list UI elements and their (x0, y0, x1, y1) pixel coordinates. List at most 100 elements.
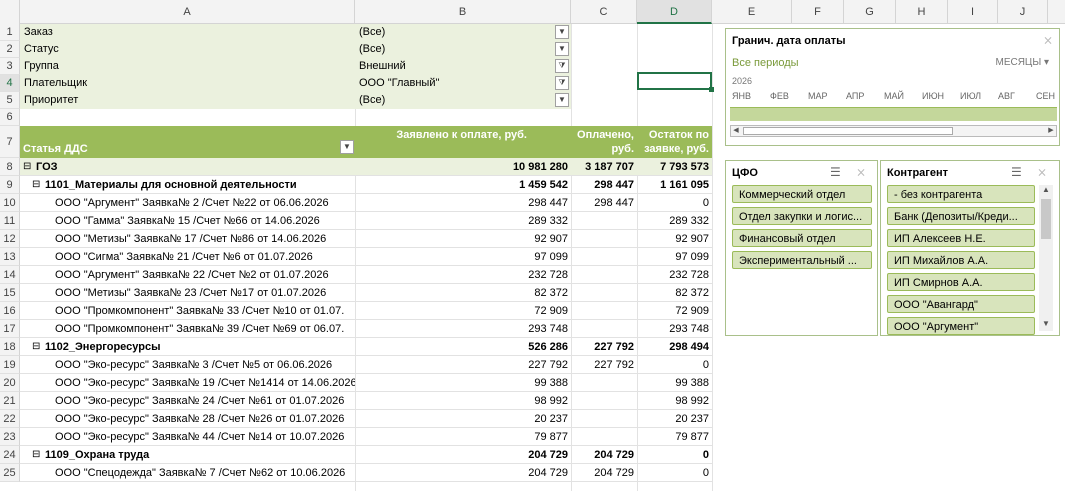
timeline-month[interactable]: АВГ (998, 91, 1015, 101)
row-header[interactable]: 4 (0, 75, 20, 92)
column-header-j[interactable]: J (998, 0, 1048, 24)
clear-filter-icon[interactable]: ⨯ (1043, 33, 1053, 47)
slicer-scrollbar[interactable]: ▲ ▼ (1039, 185, 1053, 331)
row-header[interactable]: 10 (0, 194, 20, 212)
row-header[interactable]: 12 (0, 230, 20, 248)
timeline-slicer[interactable]: Гранич. дата оплаты ⨯ Все периоды МЕСЯЦЫ… (725, 28, 1060, 146)
row-header[interactable]: 24 (0, 446, 20, 464)
timeline-month[interactable]: СЕН (1036, 91, 1055, 101)
multiselect-icon[interactable]: ☰ (830, 165, 841, 179)
value-claimed: 98 992 (534, 395, 568, 407)
filter-applied-icon[interactable]: ⧩ (555, 76, 569, 90)
table-row: ООО "Эко-ресурс" Заявка№ 28 /Счет №26 от… (20, 410, 712, 428)
fill-handle[interactable] (709, 87, 714, 92)
clear-filter-icon[interactable]: ⨯ (856, 165, 866, 179)
filter-dropdown-icon[interactable]: ▼ (555, 93, 569, 107)
row-header[interactable]: 22 (0, 410, 20, 428)
row-header[interactable]: 2 (0, 41, 20, 58)
column-header-e[interactable]: E (712, 0, 792, 24)
row-header[interactable]: 8 (0, 158, 20, 176)
row-label: 1101_Материалы для основной деятельности (45, 179, 297, 191)
row-header[interactable]: 19 (0, 356, 20, 374)
row-header[interactable]: 9 (0, 176, 20, 194)
timeline-month[interactable]: ИЮН (922, 91, 944, 101)
row-header[interactable]: 11 (0, 212, 20, 230)
select-all-corner[interactable] (0, 0, 20, 24)
row-header[interactable]: 20 (0, 374, 20, 392)
active-cell-d4[interactable] (637, 72, 712, 90)
column-header-b[interactable]: B (355, 0, 571, 24)
slicer-counterparty-item[interactable]: ООО "Аргумент" (887, 317, 1035, 335)
slicer-counterparty-title: Контрагент (887, 167, 949, 179)
value-remaining: 0 (702, 197, 709, 209)
row-header[interactable]: 1 (0, 24, 20, 41)
filter-dropdown-icon[interactable]: ▼ (555, 25, 569, 39)
slicer-cfo-item[interactable]: Финансовый отдел (732, 229, 872, 247)
filter-label: Заказ (24, 26, 53, 38)
row-header[interactable]: 5 (0, 92, 20, 109)
clear-filter-icon[interactable]: ⨯ (1037, 165, 1047, 179)
timeline-month[interactable]: АПР (846, 91, 864, 101)
timeline-bar[interactable] (730, 107, 1057, 121)
column-header-f[interactable]: F (792, 0, 844, 24)
scroll-left-icon[interactable]: ◀ (731, 126, 741, 136)
slicer-counterparty[interactable]: Контрагент ☰ ⨯ - без контрагента Банк (Де… (880, 160, 1060, 336)
collapse-toggle-icon[interactable]: ⊟ (32, 446, 40, 464)
value-claimed: 72 909 (534, 305, 568, 317)
row-header[interactable]: 23 (0, 428, 20, 446)
filter-label: Статус (24, 43, 59, 55)
timeline-scrollbar[interactable]: ◀ ▶ (730, 125, 1057, 137)
timeline-unit-select[interactable]: МЕСЯЦЫ ▾ (995, 57, 1049, 68)
column-header-d[interactable]: D (637, 0, 712, 24)
timeline-month[interactable]: ЯНВ (732, 91, 751, 101)
row-header[interactable]: 25 (0, 464, 20, 482)
slicer-counterparty-item[interactable]: ИП Алексеев Н.Е. (887, 229, 1035, 247)
column-header-g[interactable]: G (844, 0, 896, 24)
slicer-cfo-item[interactable]: Отдел закупки и логис... (732, 207, 872, 225)
row-label: ООО "Эко-ресурс" Заявка№ 28 /Счет №26 от… (55, 413, 345, 425)
row-header[interactable]: 21 (0, 392, 20, 410)
slicer-cfo-item[interactable]: Коммерческий отдел (732, 185, 872, 203)
value-claimed: 10 981 280 (512, 161, 568, 173)
table-row: ⊟ 1102_Энергоресурсы 526 286 227 792 298 494 (20, 338, 712, 356)
slicer-cfo[interactable]: ЦФО ☰ ⨯ Коммерческий отдел Отдел закупки … (725, 160, 878, 336)
collapse-toggle-icon[interactable]: ⊟ (32, 338, 40, 356)
slicer-counterparty-item[interactable]: ИП Михайлов А.А. (887, 251, 1035, 269)
column-header-h[interactable]: H (896, 0, 948, 24)
scroll-thumb[interactable] (743, 127, 953, 135)
scroll-thumb[interactable] (1041, 199, 1051, 239)
value-claimed: 99 388 (534, 377, 568, 389)
slicer-counterparty-item[interactable]: Банк (Депозиты/Креди... (887, 207, 1035, 225)
row-filter-dropdown[interactable]: ▼ (340, 140, 354, 154)
scroll-right-icon[interactable]: ▶ (1046, 126, 1056, 136)
timeline-month[interactable]: ИЮЛ (960, 91, 981, 101)
column-header-a[interactable]: A (20, 0, 355, 24)
slicer-cfo-item[interactable]: Экспериментальный ... (732, 251, 872, 269)
collapse-toggle-icon[interactable]: ⊟ (23, 158, 31, 176)
row-header[interactable]: 18 (0, 338, 20, 356)
column-header-i[interactable]: I (948, 0, 998, 24)
row-header[interactable]: 16 (0, 302, 20, 320)
row-header[interactable]: 15 (0, 284, 20, 302)
collapse-toggle-icon[interactable]: ⊟ (32, 176, 40, 194)
slicer-counterparty-item[interactable]: - без контрагента (887, 185, 1035, 203)
row-header[interactable]: 6 (0, 109, 20, 126)
filter-applied-icon[interactable]: ⧩ (555, 59, 569, 73)
column-header-c[interactable]: C (571, 0, 637, 24)
timeline-month[interactable]: МАЙ (884, 91, 904, 101)
slicer-counterparty-item[interactable]: ООО "Авангард" (887, 295, 1035, 313)
row-header[interactable]: 13 (0, 248, 20, 266)
value-remaining: 0 (702, 467, 709, 479)
timeline-month[interactable]: МАР (808, 91, 828, 101)
row-header[interactable]: 7 (0, 126, 20, 158)
filter-dropdown-icon[interactable]: ▼ (555, 42, 569, 56)
value-remaining: 92 907 (675, 233, 709, 245)
scroll-down-icon[interactable]: ▼ (1039, 319, 1053, 331)
row-header[interactable]: 17 (0, 320, 20, 338)
row-header[interactable]: 14 (0, 266, 20, 284)
scroll-up-icon[interactable]: ▲ (1039, 185, 1053, 197)
slicer-counterparty-item[interactable]: ИП Смирнов А.А. (887, 273, 1035, 291)
row-header[interactable]: 3 (0, 58, 20, 75)
multiselect-icon[interactable]: ☰ (1011, 165, 1022, 179)
timeline-month[interactable]: ФЕВ (770, 91, 789, 101)
